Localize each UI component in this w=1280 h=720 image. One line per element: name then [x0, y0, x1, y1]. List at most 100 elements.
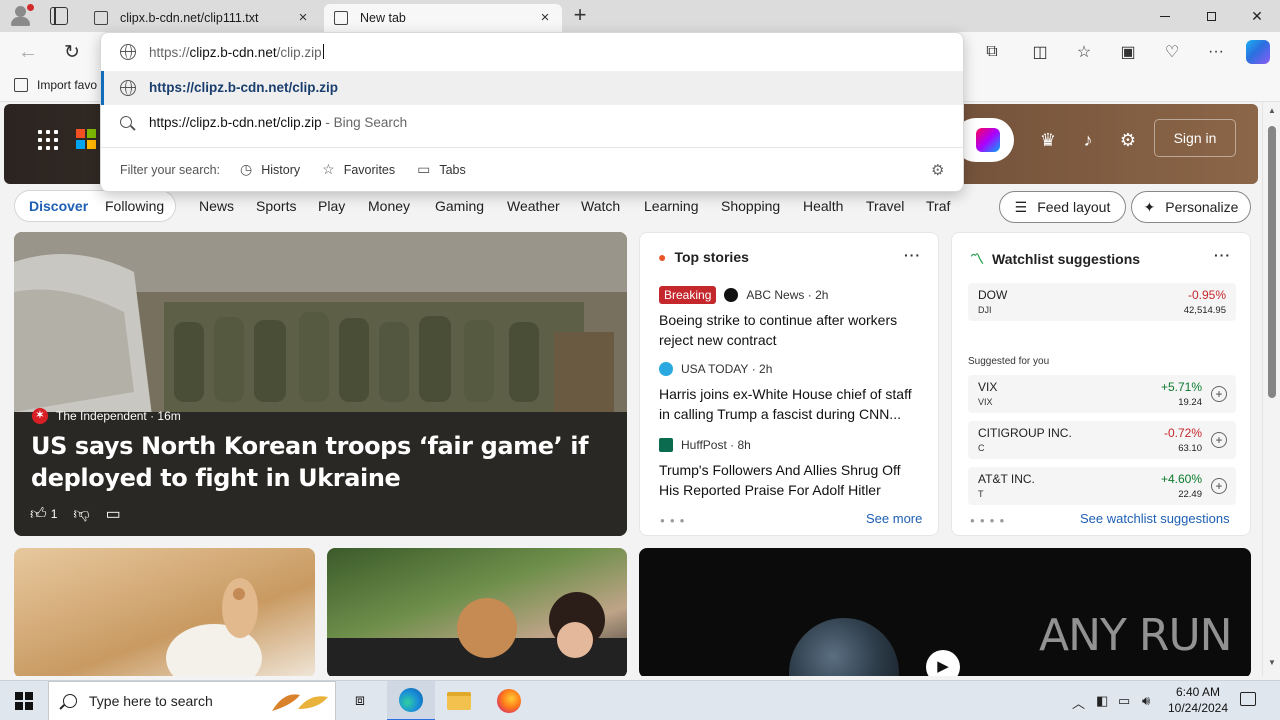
category-news[interactable]: News: [199, 198, 234, 214]
tab-new-tab[interactable]: New tab ×: [324, 4, 562, 32]
car-passengers-photo: [327, 592, 627, 676]
notifications-bell-icon[interactable]: ♪: [1076, 128, 1100, 152]
tab-discover[interactable]: Discover: [29, 198, 88, 214]
category-play[interactable]: Play: [318, 198, 345, 214]
new-tab-button[interactable]: +: [570, 4, 590, 28]
performance-heart-icon[interactable]: ♡: [1160, 40, 1184, 64]
settings-gear-icon[interactable]: ⚙: [1116, 128, 1140, 152]
app-launcher-icon[interactable]: [38, 130, 58, 150]
watchlist-row[interactable]: AT&T INC. T +4.60% 22.49 +: [968, 467, 1236, 505]
dislike-thumbs-down-icon[interactable]: 👎︎: [73, 505, 89, 524]
show-hidden-icons-chevron-icon[interactable]: ︿: [1072, 693, 1085, 712]
usa-today-logo-icon: [659, 362, 673, 376]
filter-favorites-button[interactable]: ☆ Favorites: [322, 161, 395, 178]
scroll-thumb[interactable]: [1268, 126, 1276, 398]
see-watchlist-suggestions-link[interactable]: See watchlist suggestions: [1080, 511, 1230, 526]
address-bar[interactable]: https://clipz.b-cdn.net/clip.zip: [101, 33, 963, 71]
maximize-button[interactable]: [1188, 0, 1234, 32]
video-card[interactable]: ▶ ANY RUN: [639, 548, 1251, 676]
page-scrollbar[interactable]: ▲ ▼: [1262, 102, 1280, 676]
huffpost-logo-icon: [659, 438, 673, 452]
copilot-icon[interactable]: [1246, 40, 1270, 64]
category-gaming[interactable]: Gaming: [435, 198, 484, 214]
category-learning[interactable]: Learning: [644, 198, 699, 214]
feed-layout-button[interactable]: ☰ Feed layout: [999, 191, 1126, 223]
category-travel[interactable]: Travel: [866, 198, 904, 214]
autumn-leaves-icon: [272, 694, 328, 711]
address-input[interactable]: https://clipz.b-cdn.net/clip.zip: [149, 44, 324, 60]
search-settings-gear-icon[interactable]: ⚙: [931, 161, 944, 179]
network-icon[interactable]: ▭: [1118, 693, 1130, 709]
back-arrow-icon[interactable]: ←: [16, 40, 40, 64]
personalize-button[interactable]: ✦ Personalize: [1131, 191, 1251, 223]
news-card-piggy-bank[interactable]: [14, 548, 315, 676]
the-independent-logo-icon: ✶: [32, 408, 48, 424]
category-health[interactable]: Health: [803, 198, 843, 214]
profile-avatar-icon[interactable]: [8, 4, 34, 28]
watchlist-row[interactable]: DOW DJI -0.95% 42,514.95: [968, 283, 1236, 321]
extensions-icon[interactable]: ⧉: [980, 40, 1004, 64]
category-weather[interactable]: Weather: [507, 198, 560, 214]
taskbar-clock[interactable]: 6:40 AM 10/24/2024: [1160, 684, 1236, 716]
more-menu-icon[interactable]: ···: [1204, 40, 1228, 64]
close-window-button[interactable]: ✕: [1234, 0, 1280, 32]
hero-news-card[interactable]: ✶ The Independent · 16m US says North Ko…: [14, 232, 627, 536]
category-shopping[interactable]: Shopping: [721, 198, 780, 214]
task-view-icon[interactable]: ⧈: [336, 681, 384, 720]
category-sports[interactable]: Sports: [256, 198, 296, 214]
add-favorite-star-icon[interactable]: ☆: [1072, 40, 1096, 64]
story-headline: Trump's Followers And Allies Shrug Off H…: [659, 462, 901, 498]
split-screen-icon[interactable]: ◫: [1028, 40, 1052, 64]
more-options-icon[interactable]: ···: [1214, 247, 1231, 263]
category-money[interactable]: Money: [368, 198, 410, 214]
scroll-up-arrow-icon[interactable]: ▲: [1268, 106, 1276, 115]
trend-chart-icon: 〽: [970, 251, 984, 267]
news-card-car[interactable]: [327, 548, 627, 676]
close-tab-icon[interactable]: ×: [538, 10, 552, 25]
more-options-icon[interactable]: ···: [904, 247, 921, 263]
carousel-pager[interactable]: ●●●●: [970, 516, 1009, 525]
microsoft-logo-icon[interactable]: [76, 129, 96, 149]
tab-following[interactable]: Following: [105, 198, 164, 214]
tab-clip111[interactable]: clipx.b-cdn.net/clip111.txt ×: [84, 4, 320, 32]
taskbar-firefox-button[interactable]: [485, 681, 533, 720]
comment-icon[interactable]: ▭: [106, 504, 121, 524]
meet-now-icon[interactable]: ◧: [1096, 693, 1108, 709]
notification-center-icon[interactable]: [1240, 692, 1256, 706]
suggestion-bing-search[interactable]: https://clipz.b-cdn.net/clip.zip - Bing …: [101, 105, 963, 139]
filter-history-button[interactable]: ◷ History: [240, 161, 300, 178]
folder-icon: [447, 692, 471, 710]
volume-icon[interactable]: 🔊︎: [1142, 693, 1150, 709]
stock-name: DOW: [978, 288, 1008, 302]
carousel-pager[interactable]: ●●●: [660, 516, 690, 525]
add-to-watchlist-plus-icon[interactable]: +: [1211, 478, 1227, 494]
hero-headline[interactable]: US says North Korean troops ‘fair game’ …: [31, 430, 611, 494]
sign-in-button[interactable]: Sign in: [1154, 119, 1236, 157]
add-to-watchlist-plus-icon[interactable]: +: [1211, 432, 1227, 448]
watchlist-row[interactable]: CITIGROUP INC. C -0.72% 63.10 +: [968, 421, 1236, 459]
filter-tabs-button[interactable]: ▭ Tabs: [417, 161, 466, 178]
story-item[interactable]: Breaking ABC News · 2h Boeing strike to …: [659, 285, 923, 350]
story-item[interactable]: USA TODAY · 2h Harris joins ex-White Hou…: [659, 359, 923, 424]
refresh-icon[interactable]: ↻: [60, 40, 84, 64]
taskbar-file-explorer-button[interactable]: [435, 681, 483, 720]
watchlist-card: 〽 Watchlist suggestions ··· DOW DJI -0.9…: [951, 232, 1251, 536]
import-favorites-link[interactable]: Import favo: [14, 78, 97, 92]
taskbar-edge-button[interactable]: [387, 681, 435, 720]
tab-actions-icon[interactable]: [50, 7, 68, 25]
rewards-trophy-icon[interactable]: ♛: [1036, 128, 1060, 152]
suggestion-url[interactable]: https://clipz.b-cdn.net/clip.zip: [101, 71, 963, 105]
windows-start-icon[interactable]: [15, 692, 33, 710]
scroll-down-arrow-icon[interactable]: ▼: [1268, 658, 1276, 667]
play-icon[interactable]: ▶: [926, 650, 960, 676]
see-more-link[interactable]: See more: [866, 511, 922, 526]
category-watch[interactable]: Watch: [581, 198, 620, 214]
minimize-button[interactable]: [1142, 0, 1188, 32]
category-traffic[interactable]: Traf: [926, 198, 952, 214]
collections-icon[interactable]: ▣: [1116, 40, 1140, 64]
watchlist-row[interactable]: VIX VIX +5.71% 19.24 +: [968, 375, 1236, 413]
like-thumbs-up-icon[interactable]: 👍︎: [30, 505, 47, 524]
close-tab-icon[interactable]: ×: [296, 10, 310, 25]
add-to-watchlist-plus-icon[interactable]: +: [1211, 386, 1227, 402]
story-item[interactable]: HuffPost · 8h Trump's Followers And Alli…: [659, 435, 923, 500]
